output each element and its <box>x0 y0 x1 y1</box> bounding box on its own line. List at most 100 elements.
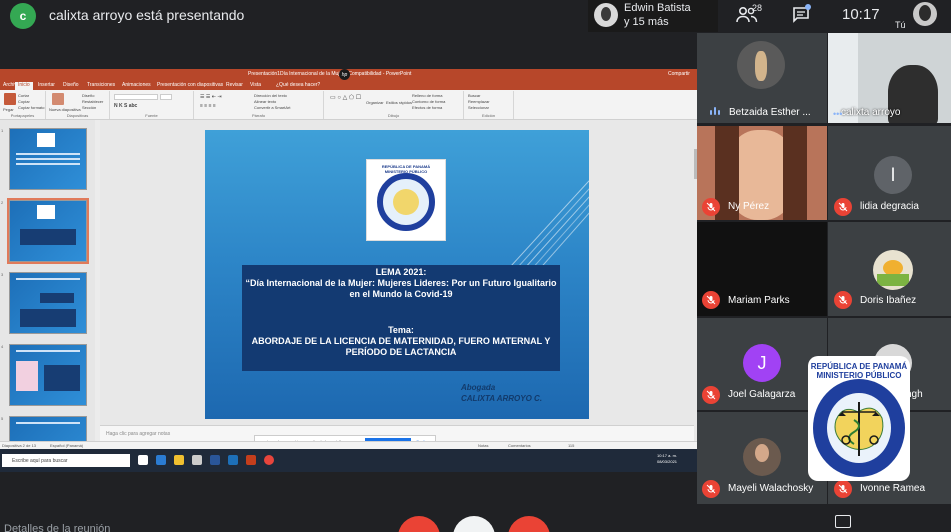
slide-thumbnail[interactable] <box>9 128 87 190</box>
smartart-button[interactable]: Convertir a SmartArt <box>254 105 290 110</box>
cut-button[interactable]: Cortar <box>18 93 29 98</box>
leave-call-button[interactable] <box>508 516 550 532</box>
replace-button[interactable]: Reemplazar <box>468 99 490 104</box>
shape-effects-button[interactable]: Efectos de forma <box>412 105 442 110</box>
mic-off-icon <box>702 291 720 309</box>
select-button[interactable]: Seleccionar <box>468 105 489 110</box>
status-comments-button[interactable]: Comentarios <box>508 443 531 448</box>
camera-toggle-button[interactable] <box>453 516 495 532</box>
align-text-button[interactable]: Alinear texto <box>254 99 276 104</box>
participant-avatar: J <box>743 344 781 382</box>
edge-icon[interactable] <box>156 455 166 465</box>
speaking-indicator-icon <box>709 107 721 117</box>
mail-icon[interactable] <box>228 455 238 465</box>
chrome-icon[interactable] <box>264 455 274 465</box>
format-painter-button[interactable]: Copiar formato <box>18 105 44 110</box>
explorer-icon[interactable] <box>174 455 184 465</box>
copy-button[interactable]: Copiar <box>18 99 30 104</box>
reset-button[interactable]: Restablecer <box>82 99 103 104</box>
slide-thumbnails-pane: 1 2 3 4 5 <box>0 120 95 441</box>
tile-mariam[interactable]: Mariam Parks <box>697 222 827 316</box>
layout-button[interactable]: Diseño <box>82 93 94 98</box>
quick-styles-button[interactable]: Estilos rápidos <box>386 100 412 105</box>
meet-window: c calixta arroyo está presentando Edwin … <box>0 0 951 532</box>
hp-logo-icon: hp <box>339 69 350 80</box>
menu-transiciones[interactable]: Transiciones <box>87 82 115 88</box>
chat-notification-dot <box>805 4 811 10</box>
tile-lidia[interactable]: l lidia degracia <box>828 126 951 220</box>
powerpoint-icon[interactable] <box>246 455 256 465</box>
menu-animaciones[interactable]: Animaciones <box>122 82 151 88</box>
ribbon-group-clipboard: Pegar Cortar Copiar Copiar formato Porta… <box>0 91 46 119</box>
slide-thumbnail[interactable] <box>9 416 87 441</box>
paste-icon[interactable] <box>4 93 16 105</box>
taskbar-date: 08/03/2021 <box>657 459 678 464</box>
word-icon[interactable] <box>210 455 220 465</box>
new-slide-icon[interactable] <box>52 93 64 105</box>
menu-tell-me[interactable]: ¿Qué desea hacer? <box>276 82 320 88</box>
shape-outline-button[interactable]: Contorno de forma <box>412 99 445 104</box>
others-more: y 15 más <box>624 16 669 28</box>
menu-insertar[interactable]: Insertar <box>38 82 55 88</box>
find-button[interactable]: Buscar <box>468 93 480 98</box>
participant-name: Mayeli Walachosky <box>728 483 814 494</box>
bold-button[interactable]: N K S abc <box>114 103 137 109</box>
shapes-gallery[interactable]: ▭ ○ △ ⬠ ☐ <box>330 94 361 101</box>
participant-avatar <box>737 41 785 89</box>
store-icon[interactable] <box>192 455 202 465</box>
font-size-select[interactable] <box>160 94 172 100</box>
slide-thumbnail[interactable] <box>9 272 87 334</box>
menu-vista[interactable]: Vista <box>250 82 261 88</box>
ppt-ribbon: Pegar Cortar Copiar Copiar formato Porta… <box>0 90 697 120</box>
slide-thumbnail[interactable] <box>9 344 87 406</box>
seal-line-1: REPÚBLICA DE PANAMÁ <box>810 362 908 371</box>
task-view-icon[interactable] <box>138 455 148 465</box>
logo-seal-icon <box>377 173 435 231</box>
thumb-number: 3 <box>1 272 4 277</box>
ribbon-label-font: Fuente <box>145 113 158 118</box>
windows-taskbar: Escribe aquí para buscar 10:17 a. m. 08/… <box>0 449 697 472</box>
menu-diseno[interactable]: Diseño <box>63 82 79 88</box>
mic-off-icon <box>702 386 720 404</box>
tema-title: Tema: <box>388 325 414 335</box>
thumb-number: 1 <box>1 128 4 133</box>
taskbar-search[interactable]: Escribe aquí para buscar <box>2 454 130 467</box>
status-notes-button[interactable]: Notas <box>478 443 488 448</box>
list-buttons[interactable]: ☰ ☰ ⇤ ⇥ <box>200 94 222 100</box>
seal-line-2: MINISTERIO PÚBLICO <box>816 371 902 380</box>
section-button[interactable]: Sección <box>82 105 96 110</box>
present-screen-icon[interactable] <box>835 515 851 528</box>
ppt-status-bar: Diapositiva 2 de 13 Español (Panamá) Not… <box>0 441 697 449</box>
font-name-select[interactable] <box>114 94 158 100</box>
shape-fill-button[interactable]: Relleno de forma <box>412 93 442 98</box>
paste-button[interactable]: Pegar <box>3 107 14 112</box>
slide-thumbnail-selected[interactable] <box>7 198 89 264</box>
zoom-level[interactable]: 115 <box>568 443 574 448</box>
ribbon-label-slides: Diapositivas <box>66 113 89 118</box>
others-indicator[interactable]: Edwin Batista y 15 más <box>588 0 718 32</box>
text-direction-button[interactable]: Dirección del texto <box>254 93 287 98</box>
menu-revisar[interactable]: Revisar <box>226 82 243 88</box>
menu-presentacion[interactable]: Presentación con diapositivas <box>157 82 223 88</box>
ppt-share-button[interactable]: Compartir <box>668 71 690 77</box>
participant-name: Mariam Parks <box>728 295 790 306</box>
thumbnails-scrollbar[interactable] <box>95 120 100 441</box>
mic-toggle-button[interactable] <box>398 516 440 532</box>
participant-avatar <box>743 438 781 476</box>
ribbon-group-paragraph: ☰ ☰ ⇤ ⇥ ≡ ≡ ≡ ≡ Dirección del texto Alin… <box>194 91 324 119</box>
new-slide-button[interactable]: Nueva diapositiva <box>49 107 81 112</box>
align-buttons[interactable]: ≡ ≡ ≡ ≡ <box>200 103 216 109</box>
participant-name: Joel Galagarza <box>728 389 796 400</box>
participant-name: Doris Ibañez <box>860 295 917 306</box>
self-avatar[interactable] <box>913 2 937 26</box>
arrange-button[interactable]: Organizar <box>366 100 384 105</box>
menu-inicio[interactable]: Inicio <box>15 82 33 90</box>
participant-avatar: l <box>874 156 912 194</box>
tile-ny-perez[interactable]: Ny Pérez <box>697 126 827 220</box>
participant-name: lidia degracia <box>860 201 919 212</box>
mic-off-icon <box>702 480 720 498</box>
tile-doris[interactable]: Doris Ibañez <box>828 222 951 316</box>
mic-off-icon <box>834 291 852 309</box>
meeting-details-button[interactable]: Detalles de la reunión <box>4 523 110 532</box>
tile-calixta[interactable]: calixta arroyo ••• <box>828 33 951 123</box>
